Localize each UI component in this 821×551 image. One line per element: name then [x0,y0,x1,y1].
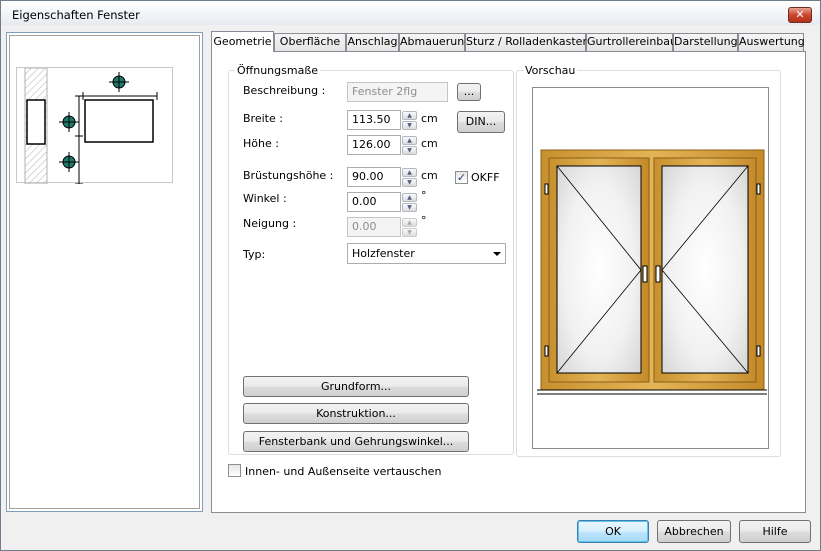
spin-down-icon[interactable]: ▼ [402,146,417,155]
title-bar[interactable]: Eigenschaften Fenster ✕ [1,1,820,25]
tilt-label: Neigung : [243,217,297,230]
properties-window: Eigenschaften Fenster ✕ Geometrie Oberfl… [0,0,821,551]
spin-down-icon[interactable]: ▼ [402,203,417,212]
height-unit: cm [421,137,438,150]
tilt-unit: ° [421,214,427,227]
angle-input[interactable]: 0.00 [347,192,401,212]
tab-gurtrollereinbau[interactable]: Gurtrollereinbau [586,33,677,51]
preview-legend: Vorschau [523,64,578,77]
window-sill-button[interactable]: Fensterbank und Gehrungswinkel... [243,431,469,452]
hinge-icon [544,345,549,357]
window-preview-drawing [537,149,767,395]
tab-abmauerung[interactable]: Abmauerung [399,33,471,51]
okff-label: OKFF [471,171,500,184]
height-input[interactable]: 126.00 [347,135,401,155]
okff-checkbox[interactable]: ✓ [455,171,468,184]
sill-height-spinner[interactable]: ▲ ▼ [402,167,417,187]
window-title: Eigenschaften Fenster [12,8,140,22]
reference-marker-top-icon [109,72,129,92]
spin-up-icon[interactable]: ▲ [402,193,417,202]
spin-down-icon: ▼ [402,228,417,237]
tab-auswertung[interactable]: Auswertung [738,33,805,51]
width-spinner[interactable]: ▲ ▼ [402,110,417,130]
handle-left-icon [642,265,648,283]
window-outline [84,99,154,143]
plan-sketch [16,67,173,185]
tab-darstellung[interactable]: Darstellung [673,33,738,51]
construction-button[interactable]: Konstruktion... [243,403,469,424]
openings-group: Öffnungsmaße Beschreibung : Fenster 2flg… [228,64,514,455]
help-button[interactable]: Hilfe [739,520,811,543]
width-label: Breite : [243,112,283,125]
swap-sides-checkbox[interactable] [228,464,241,477]
window-preview [532,87,769,449]
tilt-input: 0.00 [347,217,401,237]
height-spinner[interactable]: ▲ ▼ [402,135,417,155]
description-label: Beschreibung : [243,84,326,97]
type-label: Typ: [243,248,266,261]
openings-legend: Öffnungsmaße [235,64,321,77]
right-glass-pane [661,165,749,374]
tab-geometrie[interactable]: Geometrie [211,31,274,52]
ok-button[interactable]: OK [577,520,649,543]
spin-down-icon[interactable]: ▼ [402,121,417,130]
shape-button[interactable]: Grundform... [243,376,469,397]
hinge-icon [756,345,761,357]
tab-anschlag[interactable]: Anschlag [346,33,399,51]
tab-sturz-rolladenkasten[interactable]: Sturz / Rolladenkasten [465,33,589,51]
type-select[interactable]: Holzfenster [347,243,506,264]
handle-right-icon [655,265,661,283]
spin-up-icon: ▲ [402,218,417,227]
description-field: Fenster 2flg [347,82,448,102]
spin-up-icon[interactable]: ▲ [402,111,417,120]
hinge-icon [544,183,549,195]
reference-marker-left-icon [59,112,79,132]
close-icon[interactable]: ✕ [788,7,812,23]
swap-sides-label: Innen- und Außenseite vertauschen [245,465,442,478]
din-button[interactable]: DIN... [457,111,505,133]
sill-height-unit: cm [421,169,438,182]
wall-opening [26,99,46,145]
hinge-icon [756,183,761,195]
width-input[interactable]: 113.50 [347,110,401,130]
width-unit: cm [421,112,438,125]
geometry-tab-panel: Öffnungsmaße Beschreibung : Fenster 2flg… [211,51,806,513]
preview-group: Vorschau [516,64,781,457]
angle-spinner[interactable]: ▲ ▼ [402,192,417,212]
plan-sketch-drawing [24,67,158,185]
height-label: Höhe : [243,137,279,150]
spin-down-icon[interactable]: ▼ [402,178,417,187]
sill-height-label: Brüstungshöhe : [243,169,334,182]
chevron-down-icon[interactable] [493,252,501,256]
tab-oberflaeche[interactable]: Oberfläche [274,33,346,51]
type-select-value: Holzfenster [352,247,415,260]
angle-unit: ° [421,189,427,202]
plan-preview-panel [6,32,203,512]
sill-height-input[interactable]: 90.00 [347,167,401,187]
angle-label: Winkel : [243,192,287,205]
spin-up-icon[interactable]: ▲ [402,136,417,145]
cancel-button[interactable]: Abbrechen [657,520,731,543]
description-browse-button[interactable]: ... [457,83,481,101]
spin-up-icon[interactable]: ▲ [402,168,417,177]
tilt-spinner: ▲ ▼ [402,217,417,237]
reference-marker-bottom-icon [59,152,79,172]
left-glass-pane [556,165,642,374]
